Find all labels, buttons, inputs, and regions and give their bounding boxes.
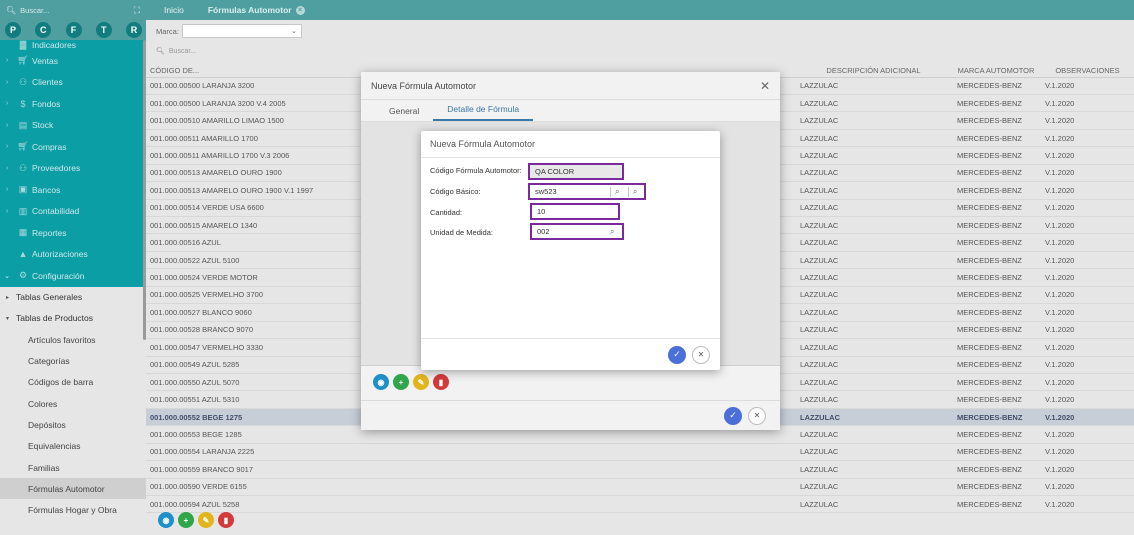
check-icon: ✓ — [673, 349, 681, 359]
pencil-icon: ✎ — [417, 377, 425, 387]
confirm-button[interactable]: ✓ — [668, 345, 686, 364]
view-button[interactable]: ◉ — [373, 374, 389, 390]
detalle-modal: Nueva Fórmula Automotor Código Fórmula A… — [421, 131, 720, 370]
plus-icon: + — [398, 377, 404, 387]
codigo-formula-value: QA COLOR — [535, 167, 575, 176]
codigo-basico-label: Código Básico: — [430, 187, 481, 196]
cantidad-label: Cantidad: — [430, 208, 463, 217]
close-icon: ✕ — [753, 411, 761, 420]
formula-modal-footer: ✓ ✕ — [361, 400, 780, 430]
trash-icon: ▮ — [438, 377, 444, 387]
unidad-field[interactable]: 002 ⌕ — [530, 223, 624, 240]
close-icon: ✕ — [697, 350, 705, 359]
unidad-label: Unidad de Medida: — [430, 228, 493, 237]
cancel-button[interactable]: ✕ — [748, 406, 766, 425]
cancel-button[interactable]: ✕ — [692, 345, 710, 364]
search-icon[interactable]: ⌕ — [610, 227, 614, 237]
codigo-formula-label: Código Fórmula Automotor: — [430, 166, 522, 175]
search-icon[interactable]: ⌕ — [615, 187, 619, 197]
codigo-basico-field[interactable]: sw523 ⌕ ⌕ — [528, 183, 646, 200]
tab-detalle-formula[interactable]: Detalle de Fórmula — [433, 104, 534, 121]
detalle-modal-title: Nueva Fórmula Automotor — [421, 131, 720, 158]
detalle-modal-footer: ✓ ✕ — [421, 338, 720, 370]
check-icon: ✓ — [729, 410, 737, 420]
unidad-row: Unidad de Medida: — [430, 228, 530, 237]
add-button[interactable]: + — [393, 374, 409, 390]
edit-button[interactable]: ✎ — [413, 374, 429, 390]
unidad-value: 002 — [537, 227, 550, 236]
cantidad-row: Cantidad: — [430, 208, 530, 217]
tab-general[interactable]: General — [375, 106, 433, 121]
search-icon[interactable]: ⌕ — [633, 187, 637, 197]
eye-icon: ◉ — [377, 377, 385, 387]
codigo-basico-row: Código Básico: — [430, 187, 530, 196]
close-icon[interactable]: ✕ — [760, 79, 770, 93]
codigo-basico-value: sw523 — [535, 187, 557, 196]
detalle-actions: ◉ + ✎ ▮ — [373, 374, 449, 390]
delete-button[interactable]: ▮ — [433, 374, 449, 390]
confirm-button[interactable]: ✓ — [724, 406, 742, 425]
cantidad-value: 10 — [537, 207, 546, 216]
cantidad-field[interactable]: 10 — [530, 203, 620, 220]
codigo-formula-row: Código Fórmula Automotor: — [430, 166, 530, 175]
codigo-formula-field[interactable]: QA COLOR — [528, 163, 624, 180]
formula-modal-title: Nueva Fórmula Automotor — [371, 80, 477, 91]
formula-modal-header: Nueva Fórmula Automotor ✕ — [361, 72, 780, 100]
formula-modal-tabs: General Detalle de Fórmula — [361, 100, 780, 122]
